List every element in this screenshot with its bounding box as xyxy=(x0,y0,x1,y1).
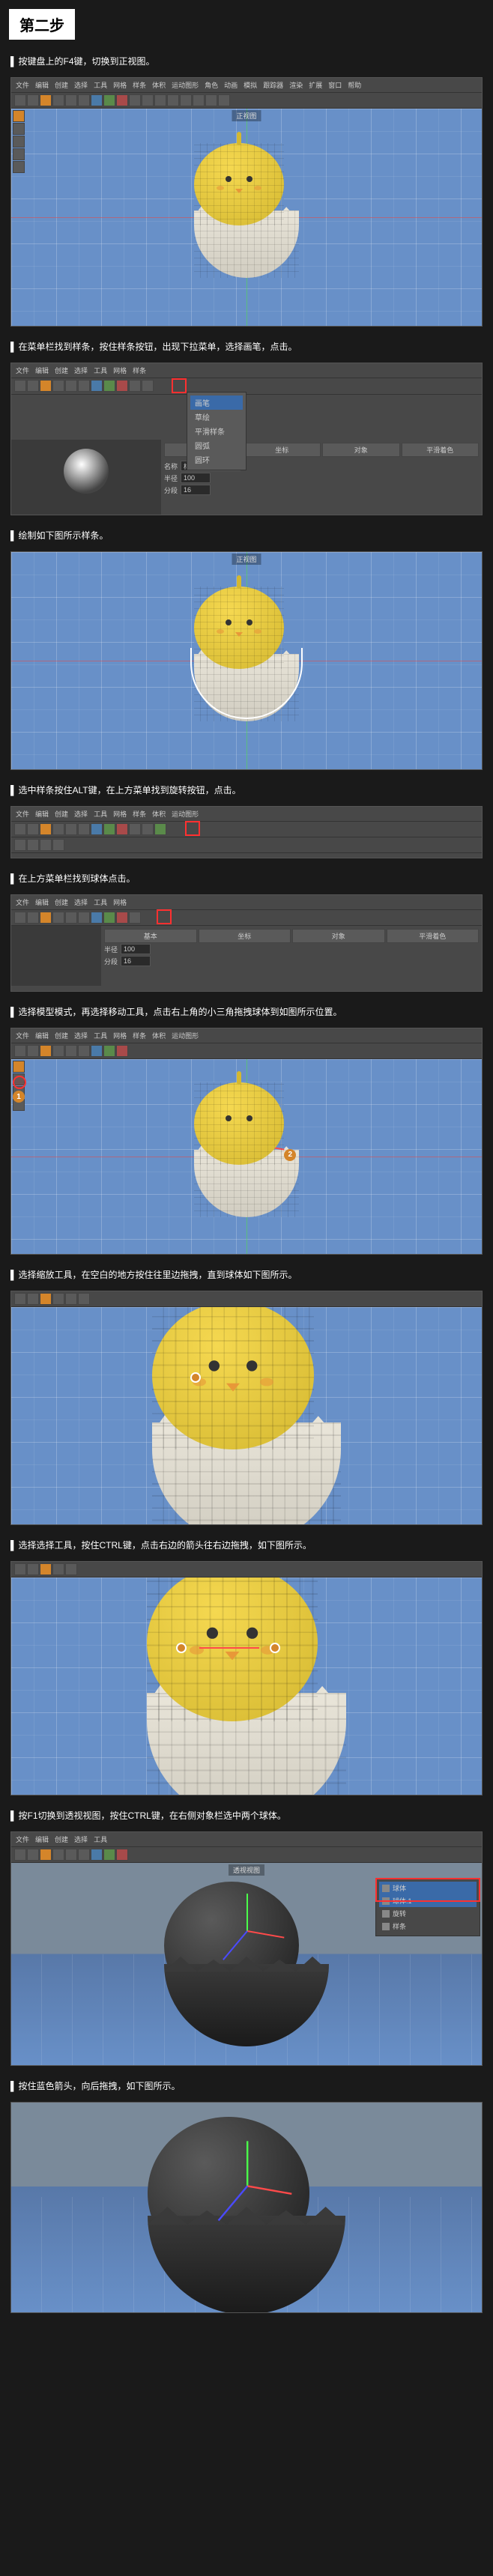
tool-light-icon[interactable] xyxy=(218,94,230,106)
obj-spline[interactable]: 样条 xyxy=(379,1920,477,1933)
dropdown-sketch[interactable]: 草绘 xyxy=(190,410,243,424)
instruction-6: 选择模型模式，再选择移动工具，点击右上角的小三角拖拽球体到如图所示位置。 xyxy=(0,999,493,1025)
sphere-handle[interactable] xyxy=(190,1372,201,1383)
screenshot-1: 文件编辑创建选择工具网格样条体积运动图形角色动画模拟跟踪器渲染扩展窗口帮助 正视… xyxy=(10,77,483,327)
viewport-label: 正视图 xyxy=(232,110,261,121)
tool-rotate[interactable] xyxy=(78,94,90,106)
instruction-1: 按键盘上的F4键，切换到正视图。 xyxy=(0,49,493,74)
instruction-5: 在上方菜单栏找到球体点击。 xyxy=(0,866,493,891)
screenshot-5: 文件编辑创建选择工具网格 基本 坐标 对象 平滑着色 半径 分段 xyxy=(10,894,483,992)
highlight-box xyxy=(172,378,187,393)
toolbar xyxy=(11,1043,482,1059)
viewport-front[interactable]: 正视图 xyxy=(11,109,482,326)
screenshot-6: 文件编辑创建选择工具网格样条体积运动图形 1 2 xyxy=(10,1028,483,1255)
dropdown-arc[interactable]: 圆弧 xyxy=(190,438,243,452)
viewport-persp[interactable]: 透视视图 球体 球体.1 旋转 样条 xyxy=(11,1863,482,2065)
tab-coord[interactable]: 坐标 xyxy=(244,443,321,457)
segments-input[interactable] xyxy=(181,485,211,495)
highlight-box xyxy=(375,1878,480,1902)
mode-model[interactable] xyxy=(13,1061,25,1073)
screenshot-7 xyxy=(10,1291,483,1525)
mode-edge[interactable] xyxy=(13,136,25,148)
toolbar: 画笔 草绘 平滑样条 圆弧 圆环 xyxy=(11,378,482,395)
spline-dropdown[interactable]: 画笔 草绘 平滑样条 圆弧 圆环 xyxy=(187,392,246,470)
spline-menu-btn[interactable] xyxy=(142,380,154,392)
tool-cam-icon[interactable] xyxy=(205,94,217,106)
sphere1-handle[interactable] xyxy=(176,1643,187,1653)
instruction-4: 选中样条按住ALT键，在上方菜单找到旋转按钮，点击。 xyxy=(0,778,493,803)
highlight-circle-1 xyxy=(13,1076,26,1089)
step-header: 第二步 xyxy=(9,9,75,40)
tool-xaxis[interactable] xyxy=(91,94,103,106)
attribute-panel: 基本 坐标 对象 平滑着色 名称 半径 分段 xyxy=(11,440,482,515)
menubar[interactable]: 文件编辑创建选择工具网格样条体积运动图形角色动画模拟跟踪器渲染扩展窗口帮助 xyxy=(11,78,482,93)
mode-tex[interactable] xyxy=(13,161,25,173)
chick-model[interactable] xyxy=(194,143,299,278)
side-toolbar xyxy=(13,110,26,173)
toolbar xyxy=(11,93,482,109)
tool-undo[interactable] xyxy=(14,94,26,106)
instruction-9: 按F1切换到透视视图，按住CTRL键，在右侧对象栏选中两个球体。 xyxy=(0,1803,493,1828)
dropdown-smooth[interactable]: 平滑样条 xyxy=(190,424,243,438)
radius-input[interactable] xyxy=(181,473,211,483)
instruction-3: 绘制如下图所示样条。 xyxy=(0,523,493,548)
callout-1: 1 xyxy=(13,1091,25,1103)
tool-yaxis[interactable] xyxy=(103,94,115,106)
select-tool[interactable] xyxy=(40,1563,52,1575)
tab-phong[interactable]: 平滑着色 xyxy=(402,443,480,457)
dark-model[interactable] xyxy=(164,1882,329,2046)
tool-scale[interactable] xyxy=(65,94,77,106)
tool-render[interactable] xyxy=(129,94,141,106)
screenshot-8 xyxy=(10,1561,483,1795)
scale-tool[interactable] xyxy=(65,1293,77,1305)
tool-redo[interactable] xyxy=(27,94,39,106)
menubar[interactable]: 文件编辑创建选择工具网格样条体积运动图形 xyxy=(11,807,482,822)
screenshot-2: 文件编辑创建选择工具网格样条 画笔 草绘 平滑样条 圆弧 圆环 基本 坐标 对象… xyxy=(10,363,483,515)
menubar[interactable]: 文件编辑创建选择工具网格 xyxy=(11,895,482,910)
highlight-box xyxy=(185,821,200,836)
screenshot-9: 文件编辑创建选择工具 透视视图 球体 球体.1 旋转 样条 xyxy=(10,1831,483,2066)
lathe-btn[interactable] xyxy=(154,823,166,835)
instruction-10: 按住蓝色箭头，向后拖拽，如下图所示。 xyxy=(0,2073,493,2099)
tool-nurbs-icon[interactable] xyxy=(167,94,179,106)
tool-cube-icon[interactable] xyxy=(142,94,154,106)
select-tool[interactable] xyxy=(40,1045,52,1057)
viewport-persp[interactable] xyxy=(11,2103,482,2312)
viewport-zoomed[interactable] xyxy=(11,1307,482,1524)
instruction-7: 选择缩放工具，在空白的地方按住往里边拖拽，直到球体如下图所示。 xyxy=(0,1262,493,1288)
mode-model[interactable] xyxy=(13,110,25,122)
highlight-box xyxy=(157,909,172,924)
dropdown-pen[interactable]: 画笔 xyxy=(190,396,243,410)
menubar[interactable]: 文件编辑创建选择工具网格样条 xyxy=(11,363,482,378)
x-axis-arrow[interactable] xyxy=(199,1647,259,1649)
dropdown-circle[interactable]: 圆环 xyxy=(190,452,243,467)
toolbar xyxy=(11,910,482,926)
toolbar xyxy=(11,822,482,837)
material-preview xyxy=(11,440,161,515)
obj-lathe[interactable]: 旋转 xyxy=(379,1907,477,1920)
dark-model[interactable] xyxy=(148,2117,345,2312)
screenshot-10 xyxy=(10,2102,483,2313)
menubar[interactable]: 文件编辑创建选择工具网格样条体积运动图形 xyxy=(11,1028,482,1043)
viewport-front[interactable]: 1 2 xyxy=(11,1059,482,1254)
screenshot-3: 正视图 xyxy=(10,551,483,770)
viewport-zoomed[interactable] xyxy=(11,1578,482,1795)
instruction-8: 选择选择工具，按住CTRL键，点击右边的箭头往右边拖拽，如下图所示。 xyxy=(0,1533,493,1558)
callout-2: 2 xyxy=(284,1149,296,1161)
tool-select[interactable] xyxy=(40,94,52,106)
cube-btn[interactable] xyxy=(129,912,141,924)
mode-poly[interactable] xyxy=(13,148,25,160)
move-tool[interactable] xyxy=(52,1045,64,1057)
tab-object[interactable]: 对象 xyxy=(322,443,400,457)
tool-deform-icon[interactable] xyxy=(180,94,192,106)
mode-point[interactable] xyxy=(13,123,25,135)
tool-env-icon[interactable] xyxy=(193,94,205,106)
tool-spline-icon[interactable] xyxy=(154,94,166,106)
instruction-2: 在菜单栏找到样条，按住样条按钮，出现下拉菜单，选择画笔，点击。 xyxy=(0,334,493,360)
tool-zaxis[interactable] xyxy=(116,94,128,106)
screenshot-4: 文件编辑创建选择工具网格样条体积运动图形 xyxy=(10,806,483,858)
viewport-front[interactable]: 正视图 xyxy=(11,552,482,769)
tool-move[interactable] xyxy=(52,94,64,106)
